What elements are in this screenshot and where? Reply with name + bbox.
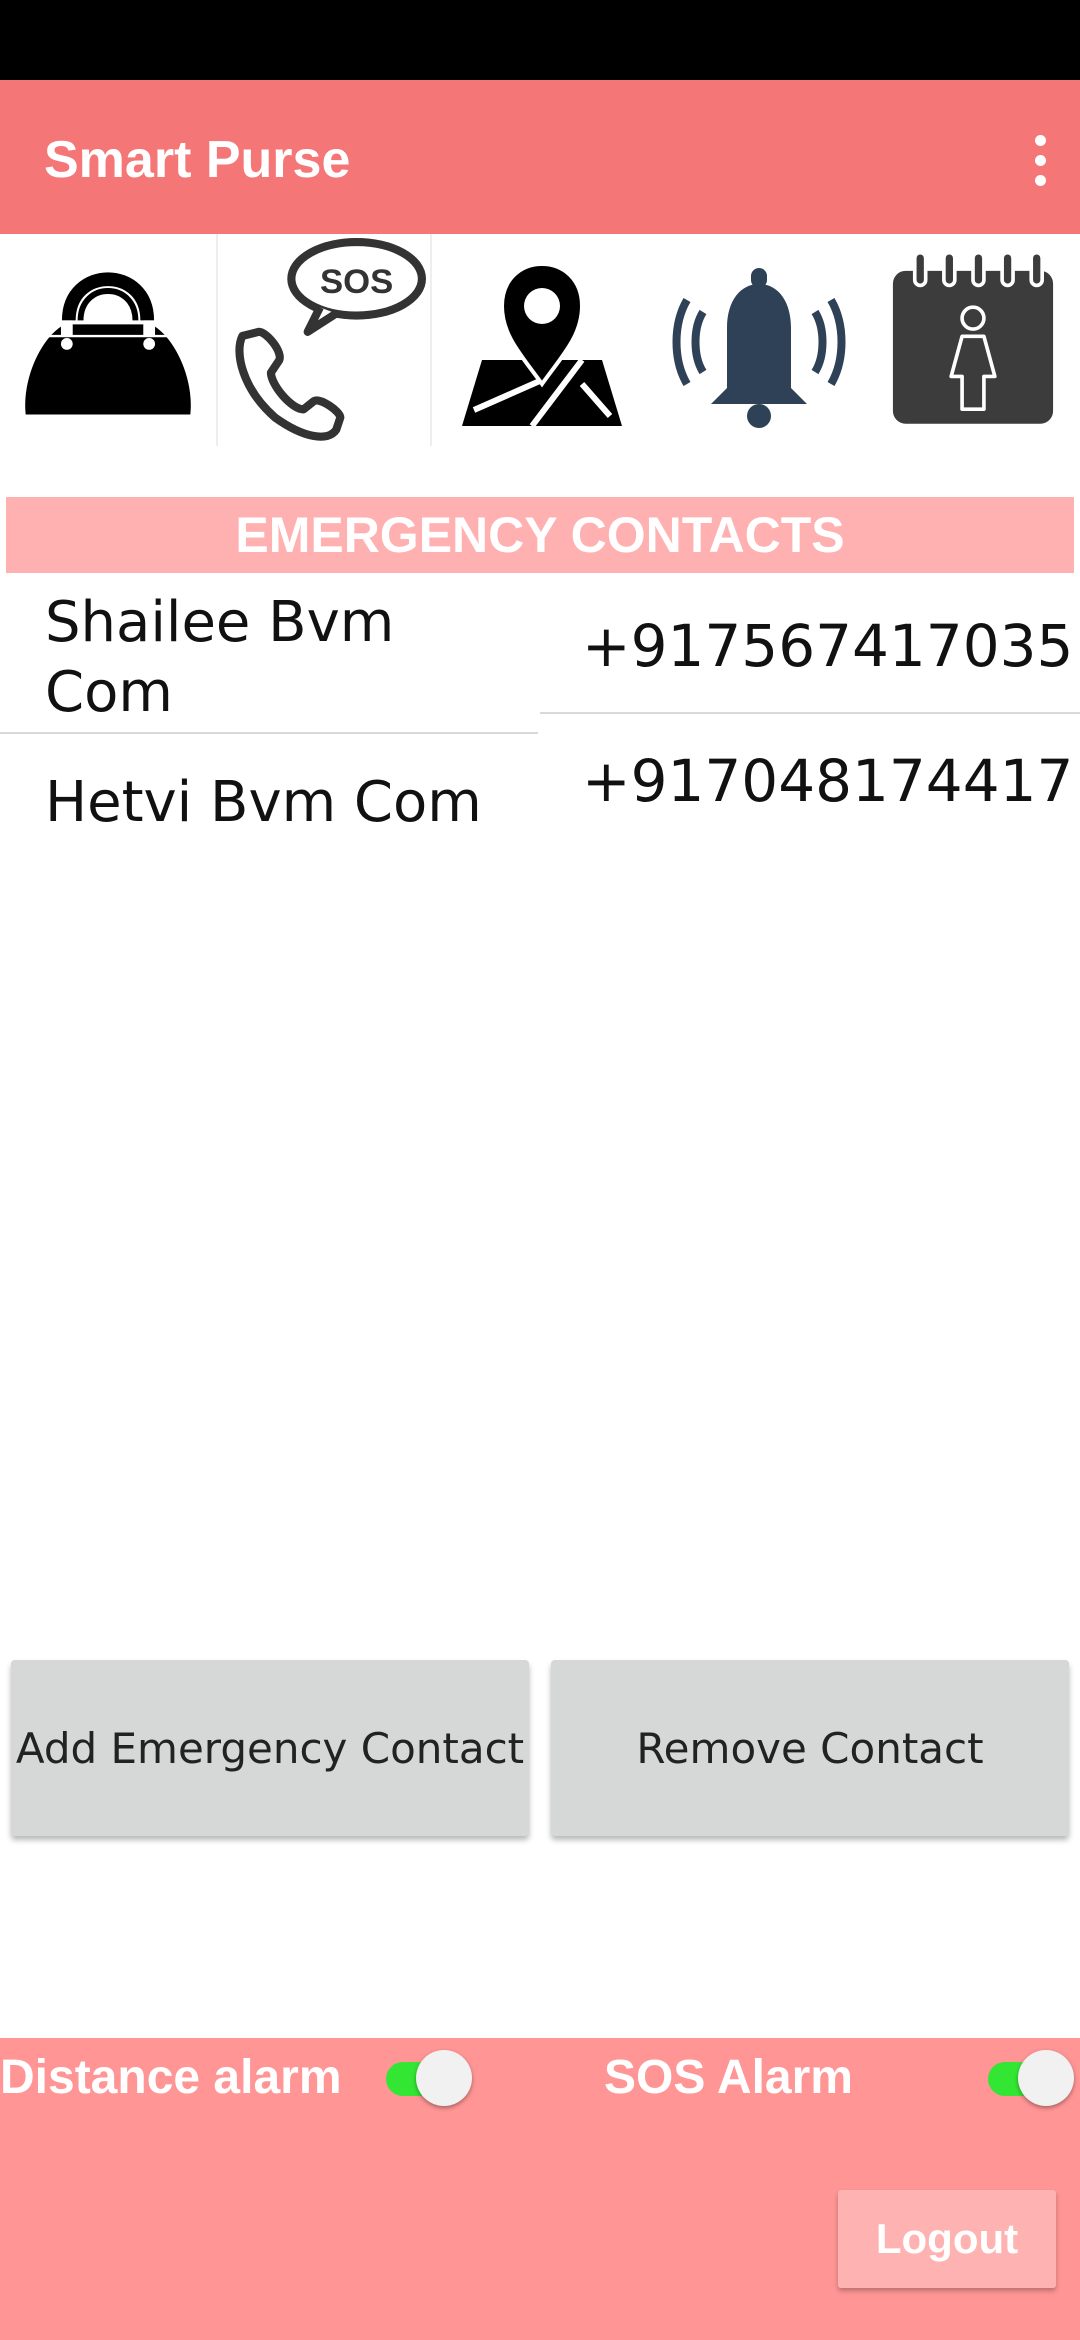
app-bar: Smart Purse xyxy=(0,80,1080,234)
purse-icon[interactable] xyxy=(0,234,216,446)
contact-name[interactable]: Hetvi Bvm Com xyxy=(45,768,482,838)
sos-call-icon[interactable]: SOS xyxy=(218,234,430,446)
distance-alarm-switch[interactable] xyxy=(386,2050,476,2106)
contact-phone[interactable]: +917567417035 xyxy=(582,612,1073,680)
emergency-contacts-header: EMERGENCY CONTACTS xyxy=(6,497,1074,573)
sos-alarm-label: SOS Alarm xyxy=(604,2051,853,2104)
map-location-icon[interactable] xyxy=(432,234,652,446)
sos-text: SOS xyxy=(320,263,393,301)
row-divider xyxy=(540,712,1080,714)
logout-button[interactable]: Logout xyxy=(838,2190,1056,2288)
distance-alarm-label: Distance alarm xyxy=(0,2051,342,2104)
app-title: Smart Purse xyxy=(44,131,351,189)
more-options-icon[interactable] xyxy=(1010,120,1070,200)
switch-thumb xyxy=(1018,2050,1074,2106)
sos-alarm-switch[interactable] xyxy=(988,2050,1078,2106)
remove-contact-button[interactable]: Remove Contact xyxy=(551,1660,1069,1836)
status-bar xyxy=(0,0,1080,80)
contact-phone[interactable]: +917048174417 xyxy=(582,747,1073,815)
feature-icon-row: SOS xyxy=(0,234,1080,446)
switch-thumb xyxy=(416,2050,472,2106)
add-emergency-contact-button[interactable]: Add Emergency Contact xyxy=(11,1660,529,1836)
contact-name[interactable]: Shailee Bvm Com xyxy=(45,588,394,728)
calendar-woman-icon[interactable] xyxy=(866,234,1080,446)
row-divider xyxy=(0,732,538,734)
alarm-bell-icon[interactable] xyxy=(652,234,866,446)
